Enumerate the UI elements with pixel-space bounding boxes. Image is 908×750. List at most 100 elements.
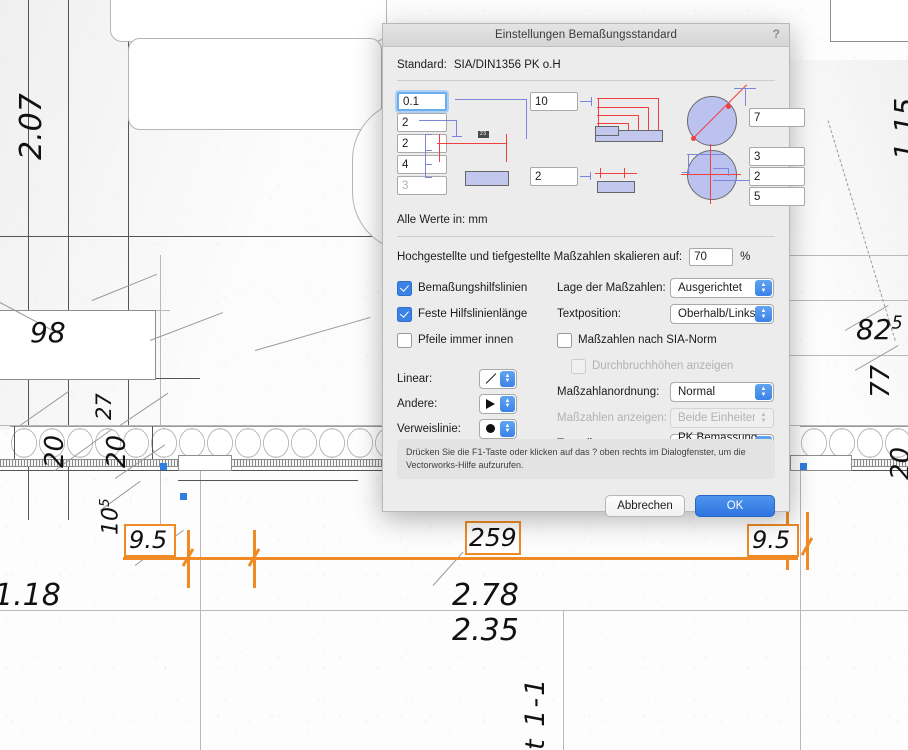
tick-mark-2 [624, 168, 626, 178]
help-hint-box: Drücken Sie die F1-Taste oder klicken au… [397, 439, 775, 480]
options-left-column: Bemaßungshilfslinien Feste Hilfslinienlä… [397, 275, 557, 457]
schematic-dim-line [437, 143, 507, 145]
field-dia-3[interactable]: 3 [749, 147, 805, 166]
select-row-masszahlen-anzeigen: Maßzahlen anzeigen: Beide Einheiten ▲ ▼ [557, 405, 775, 431]
opening-box-98 [0, 310, 156, 380]
field-arrow-size[interactable]: 10 [530, 92, 578, 111]
cad-label-20r: 20 [886, 446, 908, 480]
marker-row-verweislinie[interactable]: Verweislinie: ▲ ▼ [397, 416, 557, 441]
snap-point-2 [180, 493, 187, 500]
checkbox-row-sia-norm[interactable]: Maßzahlen nach SIA-Norm [557, 327, 775, 353]
marker-select-verweislinie[interactable]: ▲ ▼ [479, 418, 517, 439]
schematic-line-4 [456, 120, 458, 137]
stepper-arrows-andere[interactable]: ▲ ▼ [500, 395, 515, 412]
cad-label-20b: 20 [102, 434, 132, 468]
checkbox-sia-norm[interactable] [557, 332, 572, 348]
standard-row: Standard: SIA/DIN1356 PK o.H [397, 47, 775, 71]
grid-line-h6 [790, 255, 908, 256]
schematic-tick-4 [425, 177, 432, 179]
field-extension[interactable]: 2 [397, 113, 447, 132]
dia-lead-6 [713, 180, 753, 182]
diagonal-slash-icon [485, 373, 496, 384]
select-lage-der-masszahlen[interactable]: Ausgerichtet ▲ ▼ [670, 278, 774, 298]
sill-line [178, 480, 358, 481]
select-label-masszahlen-anzeigen: Maßzahlen anzeigen: [557, 412, 667, 424]
stepper-arrows-verweislinie[interactable]: ▲ ▼ [500, 420, 515, 437]
dimension-line-main [123, 557, 798, 560]
sill-detail [178, 455, 232, 471]
checkbox-label-sia-norm: Maßzahlen nach SIA-Norm [578, 334, 717, 346]
field-dia-2[interactable]: 2 [749, 167, 805, 186]
schematic-tick-2 [425, 150, 432, 152]
standard-label: Standard: [397, 59, 447, 71]
grid-line-v7 [563, 610, 564, 750]
grid-line-v5 [200, 430, 201, 750]
ok-button[interactable]: OK [695, 495, 775, 517]
checkbox-row-pfeile-immer-innen[interactable]: Pfeile immer innen [397, 327, 557, 353]
dialog-buttons: Abbrechen OK [605, 495, 775, 517]
stepper-arrows-linear[interactable]: ▲ ▼ [500, 370, 515, 387]
dia-lead-1 [687, 154, 725, 156]
chevron-updown-icon-textposition[interactable]: ▲ ▼ [755, 306, 772, 322]
chevron-updown-icon-lage[interactable]: ▲ ▼ [755, 280, 772, 296]
dia-lead-2 [688, 154, 690, 174]
step-schematic-cap [591, 97, 593, 106]
field-tick-size[interactable]: 2 [530, 167, 578, 186]
cad-label-105: 105 [97, 498, 124, 535]
cancel-button[interactable]: Abbrechen [605, 495, 685, 517]
options-right-column: Lage der Maßzahlen: Ausgerichtet ▲ ▼ Text… [557, 275, 775, 457]
step-dim-1 [597, 98, 659, 100]
select-row-lage-der-masszahlen[interactable]: Lage der Maßzahlen: Ausgerichtet ▲ ▼ [557, 275, 775, 301]
checkbox-pfeile-immer-innen[interactable] [397, 332, 412, 348]
select-row-masszahlanordnung[interactable]: Maßzahlanordnung: Normal ▲ ▼ [557, 379, 775, 405]
filled-triangle-icon [485, 398, 495, 409]
schematic-tick-3 [425, 164, 432, 166]
field-offset[interactable]: 0.1 [397, 92, 447, 111]
left-column-spacer [397, 353, 557, 366]
dialog-title: Einstellungen Bemaßungsstandard [494, 29, 678, 41]
field-radial-7[interactable]: 7 [749, 108, 805, 127]
checkbox-row-feste-hilfslinienlaenge[interactable]: Feste Hilfslinienlänge [397, 301, 557, 327]
checkbox-feste-hilfslinienlaenge[interactable] [397, 306, 412, 322]
select-masszahlanordnung[interactable]: Normal ▲ ▼ [670, 382, 774, 402]
select-label-textposition: Textposition: [557, 308, 621, 320]
cad-label-98: 98 [30, 316, 66, 349]
radial-stem [745, 88, 747, 106]
snap-point-1 [160, 463, 167, 470]
grid-line-h1 [0, 236, 382, 237]
fixture-outline-2 [128, 38, 382, 130]
options-grid: Bemaßungshilfslinien Feste Hilfslinienlä… [397, 275, 775, 457]
marker-row-linear[interactable]: Linear: ▲ ▼ [397, 366, 557, 391]
schematic-line-2 [526, 99, 528, 139]
grid-line-v6 [800, 430, 801, 750]
field-fixed-length[interactable]: 3 [397, 176, 447, 195]
field-dia-5[interactable]: 5 [749, 187, 805, 206]
checkbox-bemassungshilfslinien[interactable] [397, 280, 412, 296]
marker-select-linear[interactable]: ▲ ▼ [479, 368, 517, 389]
grid-line-h8 [790, 355, 908, 356]
dialog-body: Standard: SIA/DIN1356 PK o.H 0.1 2 2 4 3 [383, 47, 805, 534]
checkbox-label-pfeile-immer-innen: Pfeile immer innen [418, 334, 514, 346]
radial-dot-2 [726, 104, 731, 109]
dialog-titlebar[interactable]: Einstellungen Bemaßungsstandard ? [382, 23, 790, 47]
select-row-textposition[interactable]: Textposition: Oberhalb/Links ▲ ▼ [557, 301, 775, 327]
filled-circle-icon [485, 424, 495, 433]
chevron-updown-icon-anordnung[interactable]: ▲ ▼ [755, 384, 772, 400]
standard-value: SIA/DIN1356 PK o.H [453, 59, 561, 71]
checkbox-row-bemassungshilfslinien[interactable]: Bemaßungshilfslinien [397, 275, 557, 301]
grid-line-v4 [160, 255, 161, 525]
select-masszahlen-anzeigen: Beide Einheiten ▲ ▼ [670, 408, 774, 428]
marker-row-andere[interactable]: Andere: ▲ ▼ [397, 391, 557, 416]
checkbox-label-feste-hilfslinienlaenge: Feste Hilfslinienlänge [418, 308, 528, 320]
select-value-masszahlanordnung: Normal [678, 386, 716, 398]
scale-label: Hochgestellte und tiefgestellte Maßzahle… [397, 251, 683, 263]
question-mark-icon[interactable]: ? [773, 27, 780, 41]
dimension-standard-settings-dialog[interactable]: Einstellungen Bemaßungsstandard ? Standa… [382, 23, 805, 517]
checkbox-durchbruchhoehen [571, 358, 586, 374]
marker-select-andere[interactable]: ▲ ▼ [479, 393, 517, 414]
select-textposition[interactable]: Oberhalb/Links ▲ ▼ [670, 304, 774, 324]
cad-label-section: t 1-1 [520, 676, 551, 750]
cad-label-95-left: 9.5 [129, 526, 168, 554]
scale-input[interactable]: 70 [689, 248, 734, 266]
preview-graphics-area: 0.1 2 2 4 3 23 10 2 7 3 2 5 [397, 84, 805, 212]
